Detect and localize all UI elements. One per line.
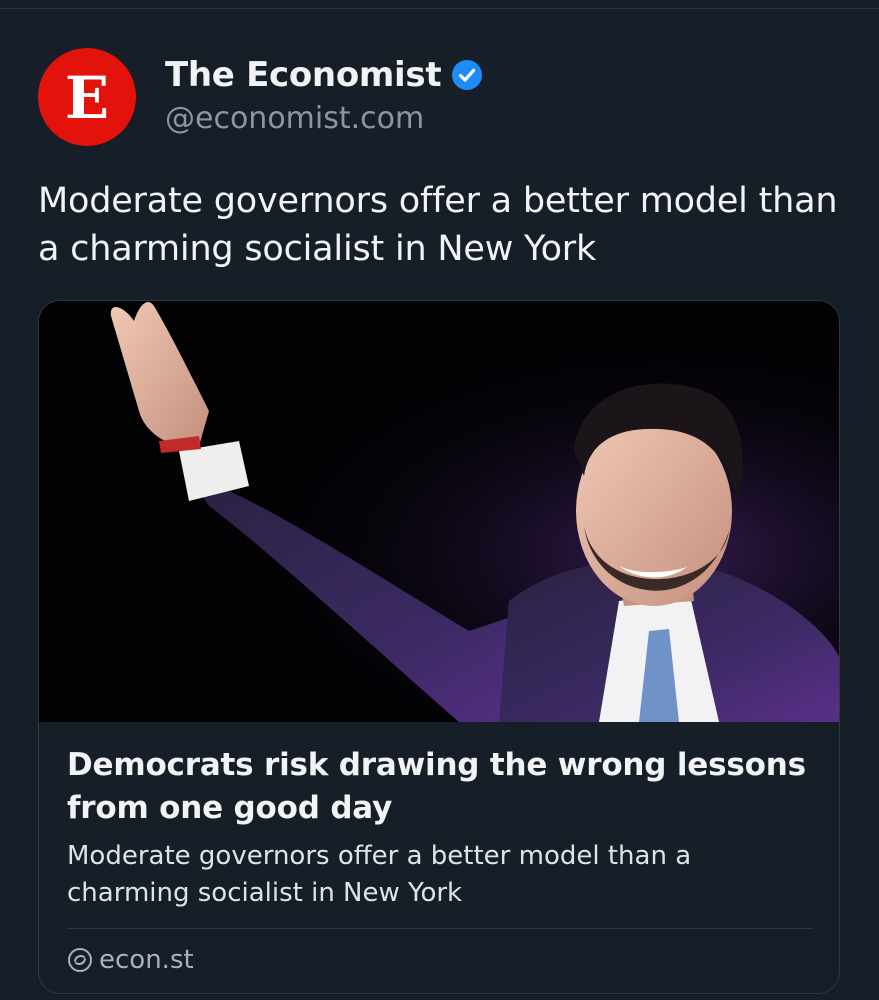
- author-handle[interactable]: @economist.com: [165, 101, 424, 136]
- link-icon: [68, 948, 92, 972]
- author-avatar[interactable]: E: [38, 48, 136, 146]
- link-card-description: Moderate governors offer a better model …: [67, 841, 692, 908]
- link-card-domain[interactable]: econ.st: [99, 945, 194, 975]
- link-card-domain-row: econ.st: [67, 942, 194, 978]
- author-name-row: The Economist: [165, 52, 483, 98]
- post-text: Moderate governors offer a better model …: [38, 181, 838, 269]
- link-card-divider: [67, 928, 813, 929]
- avatar-letter: E: [64, 64, 110, 132]
- link-card[interactable]: Democrats risk drawing the wrong lessons…: [38, 300, 840, 994]
- photo-illustration: [39, 301, 839, 722]
- top-divider: [0, 8, 879, 9]
- author-name[interactable]: The Economist: [165, 55, 442, 95]
- link-card-image: [39, 301, 839, 722]
- link-card-headline: Democrats risk drawing the wrong lessons…: [67, 747, 806, 826]
- post-view: E The Economist @economist.com Moderate …: [0, 0, 879, 1000]
- verified-badge-icon: [452, 60, 483, 90]
